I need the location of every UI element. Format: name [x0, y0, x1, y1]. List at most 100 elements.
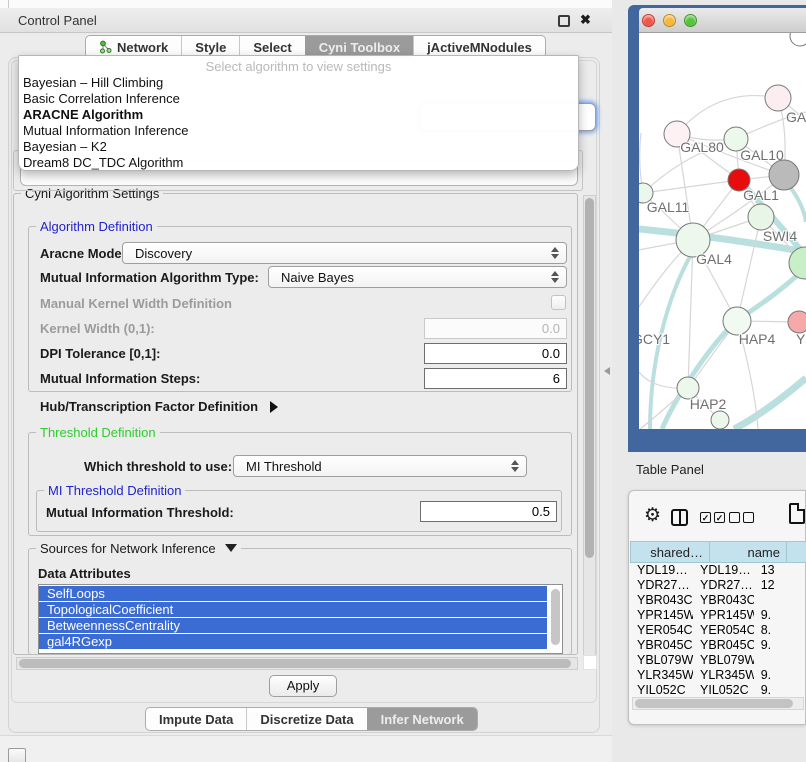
table-cell: YIL052C — [630, 683, 693, 694]
tab-label: Infer Network — [381, 712, 464, 727]
table-cell: 9. — [754, 668, 806, 683]
select-all-checkbox-icon[interactable]: ✓ — [700, 512, 711, 523]
table-cell: 9. — [754, 683, 806, 694]
table-row[interactable]: YBR043CYBR043C — [630, 593, 806, 608]
table-cell: 9. — [754, 608, 806, 623]
mi-type-combobox[interactable]: Naive Bayes — [268, 266, 567, 288]
minimized-panel-icon[interactable] — [8, 748, 26, 762]
table-row[interactable]: YPR145WYPR145W9. — [630, 608, 806, 623]
scrollbar-thumb[interactable] — [635, 699, 793, 708]
dropdown-item[interactable]: Dream8 DC_TDC Algorithm — [19, 155, 578, 171]
table-row[interactable]: YBR045CYBR045C9. — [630, 638, 806, 653]
network-node-swi4[interactable] — [748, 204, 774, 230]
window-close-traffic-light[interactable] — [642, 14, 655, 27]
table-cell: YPR145W — [630, 608, 693, 623]
combo-spinner-icon — [551, 247, 559, 259]
scrollbar-thumb[interactable] — [19, 659, 571, 668]
list-vertical-scrollbar[interactable] — [550, 588, 561, 650]
table-horizontal-scrollbar[interactable] — [632, 697, 804, 710]
table-cell: YBL079W — [693, 653, 754, 668]
table-row[interactable]: YDR27…YDR27…12 — [630, 578, 806, 593]
table-cell: YLR345W — [630, 668, 693, 683]
network-node-y[interactable] — [788, 311, 806, 333]
kernel-width-label: Kernel Width (0,1): — [40, 321, 155, 336]
aracne-mode-combobox[interactable]: Discovery — [122, 242, 567, 264]
dpi-tolerance-field[interactable]: 0.0 — [424, 343, 567, 364]
dpi-tolerance-label: DPI Tolerance [0,1]: — [40, 346, 160, 361]
attribute-list-item[interactable]: gal4RGexp — [39, 634, 547, 649]
network-node-label: GAL4 — [696, 251, 732, 267]
bottom-tab-discretize-data[interactable]: Discretize Data — [246, 708, 366, 730]
network-canvas[interactable]: GAL7GAL80GAL10GAL1GAL11SWI4GAL4GCY1HAP4Y… — [639, 33, 806, 429]
sources-group-title: Sources for Network Inference — [36, 541, 241, 556]
hub-definition-toggle[interactable]: Hub/Transcription Factor Definition — [40, 399, 278, 414]
network-node-label: GCY1 — [639, 331, 670, 347]
window-zoom-traffic-light[interactable] — [684, 14, 697, 27]
export-table-icon[interactable] — [789, 503, 805, 524]
table-cell: YLR345W — [693, 668, 754, 683]
dropdown-item[interactable]: Mutual Information Inference — [19, 123, 578, 139]
mi-threshold-label: Mutual Information Threshold: — [46, 505, 234, 520]
attribute-list-item[interactable]: TopologicalCoefficient — [39, 602, 547, 617]
mi-type-value: Naive Bayes — [281, 270, 354, 285]
network-node-label: HAP4 — [739, 331, 776, 347]
data-attributes-list[interactable]: SelfLoopsTopologicalCoefficientBetweenne… — [38, 584, 563, 654]
table-column-header[interactable]: name — [710, 541, 787, 563]
bottom-tab-infer-network[interactable]: Infer Network — [367, 708, 477, 730]
threshold-definition-title: Threshold Definition — [36, 425, 160, 440]
splitpane-collapse-icon[interactable] — [604, 367, 610, 375]
network-node[interactable] — [711, 411, 729, 429]
table-cell: YPR145W — [693, 608, 754, 623]
top-strip — [0, 0, 612, 8]
table-row[interactable]: YER054CYER054C8. — [630, 623, 806, 638]
deselect-all-checkbox-icon[interactable] — [729, 512, 740, 523]
deselect-all-checkbox-icon[interactable] — [743, 512, 754, 523]
bottom-tab-impute-data[interactable]: Impute Data — [146, 708, 246, 730]
aracne-mode-label: Aracne Mode: — [40, 246, 126, 261]
dropdown-item[interactable]: Bayesian – Hill Climbing — [19, 75, 578, 91]
select-all-checkbox-icon[interactable]: ✓ — [714, 512, 725, 523]
network-node[interactable] — [790, 33, 806, 46]
table-column-header[interactable]: shared… — [630, 541, 710, 563]
collapse-down-icon[interactable] — [225, 544, 237, 552]
close-panel-icon[interactable]: ✖ — [580, 12, 591, 28]
network-node[interactable] — [769, 160, 799, 190]
table-row[interactable]: YDL19…YDL19…13 — [630, 563, 806, 578]
combo-spinner-icon — [511, 460, 519, 472]
tab-label: Discretize Data — [260, 712, 353, 727]
network-node-label: Y — [796, 331, 806, 347]
settings-vertical-scrollbar[interactable] — [583, 195, 596, 668]
table-cell: YIL052C — [693, 683, 754, 694]
column-layout-icon[interactable] — [671, 509, 688, 526]
network-edge — [734, 378, 806, 429]
attribute-list-item[interactable]: BetweennessCentrality — [39, 618, 547, 633]
mi-threshold-field[interactable]: 0.5 — [420, 501, 557, 522]
table-settings-gear-icon[interactable]: ⚙ — [644, 504, 661, 527]
table-column-header[interactable]: A — [787, 541, 806, 563]
table-row[interactable]: YBL079WYBL079W — [630, 653, 806, 668]
apply-button[interactable]: Apply — [269, 675, 337, 697]
which-threshold-combobox[interactable]: MI Threshold — [233, 455, 527, 477]
dropdown-item[interactable]: Basic Correlation Inference — [19, 91, 578, 107]
dropdown-item[interactable]: Bayesian – K2 — [19, 139, 578, 155]
table-row[interactable]: YLR345WYLR345W9. — [630, 668, 806, 683]
table-cell: YER054C — [693, 623, 754, 638]
float-panel-icon[interactable] — [558, 15, 570, 27]
scrollbar-thumb[interactable] — [551, 589, 560, 645]
dropdown-item[interactable]: ARACNE Algorithm — [19, 107, 578, 123]
network-node-label: HAP2 — [690, 396, 727, 412]
window-minimize-traffic-light[interactable] — [663, 14, 676, 27]
manual-kernel-checkbox[interactable] — [551, 295, 566, 310]
scrollbar-thumb[interactable] — [585, 198, 594, 558]
network-node-label: GAL1 — [743, 187, 779, 203]
kernel-width-field[interactable]: 0.0 — [424, 318, 567, 339]
settings-horizontal-scrollbar[interactable] — [16, 657, 578, 670]
tab-label: Cyni Toolbox — [319, 40, 400, 55]
network-node-label: GAL11 — [647, 199, 690, 215]
tab-label: Network — [117, 40, 168, 55]
table-cell: YDR27… — [630, 578, 693, 593]
network-node-gal7[interactable] — [765, 85, 791, 111]
attribute-list-item[interactable]: SelfLoops — [39, 586, 547, 601]
table-row[interactable]: YIL052CYIL052C9. — [630, 683, 806, 694]
mi-steps-field[interactable]: 6 — [424, 368, 567, 389]
